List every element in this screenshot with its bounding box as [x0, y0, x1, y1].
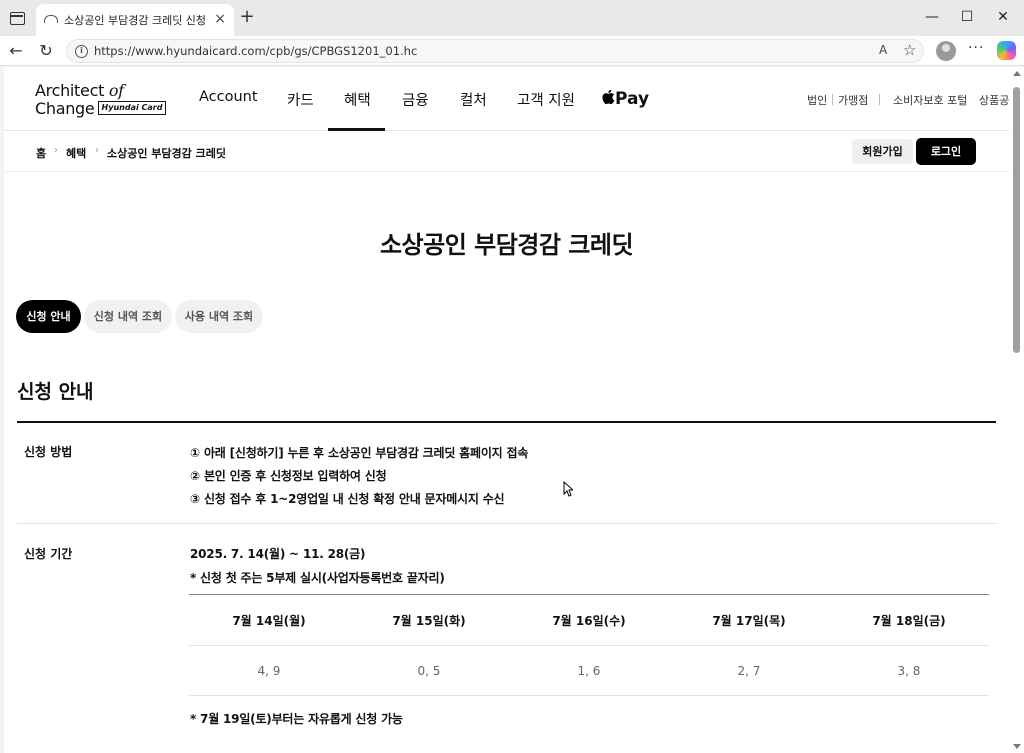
page-title: 소상공인 부담경감 크레딧	[379, 231, 634, 259]
schedule-day: 7월 15일(화)	[392, 614, 466, 628]
login-button[interactable]: 로그인	[916, 138, 976, 165]
section-title: 신청 안내	[17, 381, 94, 403]
hyundai-card-logo[interactable]: Architect of Change Hyundai Card	[35, 81, 170, 118]
method-step: ① 아래 [신청하기] 누른 후 소상공인 부담경감 크레딧 홈페이지 접속	[190, 446, 529, 460]
logo-badge: Hyundai Card	[98, 101, 166, 115]
browser-tab-bar: 소상공인 부담경감 크레딧 신청 등 × + — ☐ ✕	[0, 0, 1024, 36]
util-link-consumer-portal[interactable]: 소비자보호 포털	[893, 92, 967, 108]
signup-button[interactable]: 회원가입	[852, 139, 913, 164]
schedule-digits: 4, 9	[257, 664, 281, 678]
profile-avatar[interactable]	[936, 41, 956, 61]
new-tab-button[interactable]: +	[238, 7, 256, 27]
period-note: * 신청 첫 주는 5부제 실시(사업자등록번호 끝자리)	[190, 571, 445, 585]
back-button[interactable]: ←	[6, 41, 26, 61]
tab-usage-history[interactable]: 사용 내역 조회	[175, 300, 263, 333]
close-window-button[interactable]: ✕	[988, 6, 1018, 28]
read-aloud-icon[interactable]: A	[879, 43, 887, 57]
logo-text-architect: Architect	[35, 81, 109, 100]
maximize-button[interactable]: ☐	[952, 6, 982, 28]
period-note-free: * 7월 19일(토)부터는 자유롭게 신청 가능	[190, 712, 403, 726]
apple-logo-icon	[602, 89, 615, 105]
tab-actions-icon[interactable]	[8, 9, 26, 27]
breadcrumb-benefits[interactable]: 혜택	[66, 145, 86, 161]
page-scrollbar[interactable]	[1009, 67, 1024, 753]
breadcrumb-current: 소상공인 부담경감 크레딧	[107, 147, 226, 160]
refresh-button[interactable]: ↻	[36, 41, 56, 61]
global-nav: Architect of Change Hyundai Card Account…	[4, 67, 1009, 131]
method-step: ② 본인 인증 후 신청정보 입력하여 신청	[190, 469, 387, 483]
util-divider	[832, 94, 833, 105]
schedule-table-top	[189, 594, 989, 595]
breadcrumb-home[interactable]: 홈	[36, 145, 46, 161]
tab-apply-guide[interactable]: 신청 안내	[16, 300, 81, 333]
browser-tab[interactable]: 소상공인 부담경감 크레딧 신청 등 ×	[36, 4, 234, 36]
copilot-icon[interactable]	[997, 41, 1016, 60]
schedule-day: 7월 14일(월)	[232, 614, 306, 628]
scroll-down-icon[interactable]	[1013, 744, 1021, 749]
minimize-button[interactable]: —	[917, 6, 947, 28]
scrollbar-thumb[interactable]	[1013, 87, 1020, 353]
apple-pay-link[interactable]: Pay	[601, 89, 649, 109]
logo-text-of: of	[108, 81, 124, 100]
util-link-product-notice[interactable]: 상품공	[979, 92, 1009, 108]
schedule-digits: 2, 7	[737, 664, 761, 678]
gnb-item-benefits[interactable]: 혜택	[344, 89, 371, 110]
address-bar: ← ↻ i https://www.hyundaicard.com/cpb/gs…	[0, 36, 1024, 66]
period-label: 신청 기간	[24, 547, 73, 561]
section-divider	[17, 421, 996, 423]
gnb-active-indicator	[328, 128, 385, 131]
url-text[interactable]: https://www.hyundaicard.com/cpb/gs/CPBGS…	[94, 44, 417, 58]
url-field[interactable]: i https://www.hyundaicard.com/cpb/gs/CPB…	[66, 39, 924, 63]
period-range: 2025. 7. 14(월) ~ 11. 28(금)	[190, 547, 366, 561]
close-tab-icon[interactable]: ×	[214, 11, 226, 27]
schedule-day: 7월 18일(금)	[872, 614, 946, 628]
logo-text-change: Change	[35, 99, 95, 118]
tab-apply-history[interactable]: 신청 내역 조회	[84, 300, 172, 333]
gnb-item-card[interactable]: 카드	[287, 89, 314, 110]
favorite-star-icon[interactable]: ☆	[903, 41, 916, 59]
scroll-up-icon[interactable]	[1013, 71, 1021, 76]
schedule-day: 7월 16일(수)	[552, 614, 626, 628]
gnb-item-finance[interactable]: 금융	[402, 89, 429, 110]
breadcrumb-separator: ›	[95, 145, 99, 156]
row-divider	[17, 523, 996, 524]
schedule-digits: 0, 5	[417, 664, 441, 678]
mouse-cursor-icon	[563, 481, 573, 497]
gnb-item-support[interactable]: 고객 지원	[517, 89, 575, 110]
util-link-merchant[interactable]: 가맹점	[838, 92, 868, 108]
schedule-digits: 1, 6	[577, 664, 601, 678]
util-link-corporate[interactable]: 법인	[807, 92, 827, 108]
site-info-icon[interactable]: i	[75, 45, 88, 58]
web-page: Architect of Change Hyundai Card Account…	[4, 67, 1009, 753]
schedule-digits: 3, 8	[897, 664, 921, 678]
schedule-day: 7월 17일(목)	[712, 614, 786, 628]
tab-title: 소상공인 부담경감 크레딧 신청 등	[64, 14, 206, 27]
gnb-item-culture[interactable]: 컬처	[460, 89, 487, 110]
site-favicon-icon	[44, 15, 58, 23]
method-step: ③ 신청 접수 후 1~2영업일 내 신청 확정 안내 문자메시지 수신	[190, 492, 505, 506]
sub-header: 홈 › 혜택 › 소상공인 부담경감 크레딧 회원가입 로그인	[4, 132, 1009, 172]
breadcrumb-separator: ›	[54, 145, 58, 156]
apple-pay-text: Pay	[615, 89, 650, 109]
util-divider	[879, 94, 880, 105]
method-label: 신청 방법	[24, 445, 73, 459]
schedule-table-bottom	[189, 695, 989, 696]
schedule-table-divider	[189, 645, 989, 646]
more-menu-icon[interactable]: ···	[968, 40, 984, 56]
gnb-item-account[interactable]: Account	[199, 89, 258, 105]
